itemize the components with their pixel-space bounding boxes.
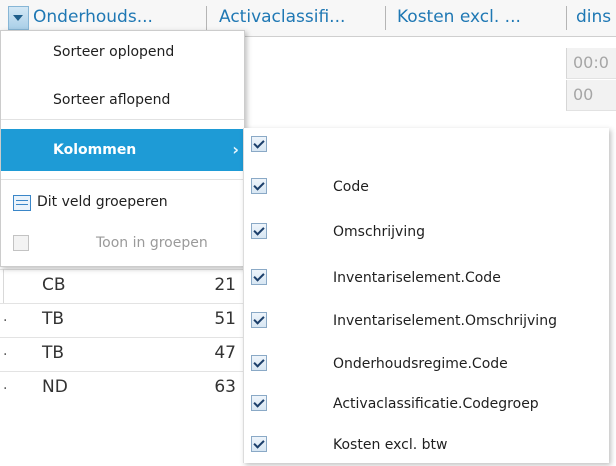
checkbox-disabled xyxy=(13,235,29,251)
dropdown-arrow-icon[interactable] xyxy=(8,6,29,30)
menu-item-sort-ascending[interactable]: Sorteer oplopend xyxy=(1,35,244,69)
column-separator xyxy=(566,6,567,30)
column-toggle-onderhoudsregime-code[interactable]: Onderhoudsregime.Code xyxy=(244,347,609,381)
row-code: ND xyxy=(42,377,68,397)
column-toggle-inventariselement-omschrijving[interactable]: Inventariselement.Omschrijving xyxy=(244,304,609,338)
column-toggle-label: Omschrijving xyxy=(333,224,425,240)
row-code: TB xyxy=(42,309,65,329)
row-divider xyxy=(3,269,4,303)
column-menu: Sorteer oplopend Sorteer aflopend Kolomm… xyxy=(0,30,245,267)
column-toggle-omschrijving[interactable]: Omschrijving xyxy=(244,215,609,249)
column-toggle-kosten-excl-btw[interactable]: Kosten excl. btw xyxy=(244,428,609,462)
menu-item-label: Kolommen xyxy=(53,142,137,158)
row-code: TB xyxy=(42,343,65,363)
column-toggle-label: Inventariselement.Omschrijving xyxy=(333,313,557,329)
chevron-right-icon: › xyxy=(232,140,239,159)
checkbox-checked[interactable] xyxy=(251,312,267,328)
columns-submenu: Code Omschrijving Inventariselement.Code… xyxy=(243,128,609,463)
menu-divider xyxy=(1,119,244,120)
row-lead: . xyxy=(3,309,8,325)
column-separator xyxy=(206,6,207,30)
column-header-kosten[interactable]: Kosten excl. ... xyxy=(397,0,557,36)
menu-item-columns[interactable]: Kolommen › xyxy=(1,129,244,171)
column-toggle-label: Code xyxy=(333,179,369,195)
table-row[interactable]: . TB 51 xyxy=(0,303,250,338)
group-table-icon xyxy=(13,195,31,211)
checkbox-checked[interactable] xyxy=(251,136,267,152)
table-row[interactable]: CB 21 xyxy=(0,269,250,304)
row-value: 51 xyxy=(214,309,236,329)
menu-item-sort-descending[interactable]: Sorteer aflopend xyxy=(1,83,244,117)
grid-cell[interactable]: 00 xyxy=(566,80,616,111)
column-toggle-label: Kosten excl. btw xyxy=(333,437,448,453)
row-value: 47 xyxy=(214,343,236,363)
checkbox-checked[interactable] xyxy=(251,223,267,239)
column-separator xyxy=(385,6,386,30)
menu-item-group-by-field[interactable]: Dit veld groeperen xyxy=(1,185,244,219)
column-toggle-label: Activaclassificatie.Codegroep xyxy=(333,396,539,412)
row-value: 63 xyxy=(214,377,236,397)
column-toggle-inventariselement-code[interactable]: Inventariselement.Code xyxy=(244,261,609,295)
menu-divider xyxy=(1,179,244,180)
row-value: 21 xyxy=(214,275,236,295)
menu-item-label: Sorteer oplopend xyxy=(53,44,175,60)
checkbox-checked[interactable] xyxy=(251,355,267,371)
menu-item-label: Sorteer aflopend xyxy=(53,92,171,108)
row-code: CB xyxy=(42,275,66,295)
table-row[interactable]: . TB 47 xyxy=(0,337,250,372)
menu-item-label: Dit veld groeperen xyxy=(37,194,168,210)
row-lead: . xyxy=(3,377,8,393)
column-toggle-label: Onderhoudsregime.Code xyxy=(333,356,508,372)
grid-cell[interactable]: 00:0 xyxy=(566,48,616,79)
column-toggle-label: Inventariselement.Code xyxy=(333,270,501,286)
checkbox-checked[interactable] xyxy=(251,269,267,285)
checkbox-checked[interactable] xyxy=(251,436,267,452)
column-toggle-code[interactable]: Code xyxy=(244,170,609,204)
column-toggle-activaclassificatie-codegroep[interactable]: Activaclassificatie.Codegroep xyxy=(244,387,609,421)
checkbox-checked[interactable] xyxy=(251,395,267,411)
table-row[interactable]: . ND 63 xyxy=(0,371,250,405)
menu-item-show-in-groups: Toon in groepen xyxy=(1,226,244,260)
row-lead: . xyxy=(3,343,8,359)
column-header-dins[interactable]: dins xyxy=(576,0,616,36)
column-toggle-blank[interactable] xyxy=(244,128,609,162)
checkbox-checked[interactable] xyxy=(251,178,267,194)
menu-item-label: Toon in groepen xyxy=(96,235,208,251)
